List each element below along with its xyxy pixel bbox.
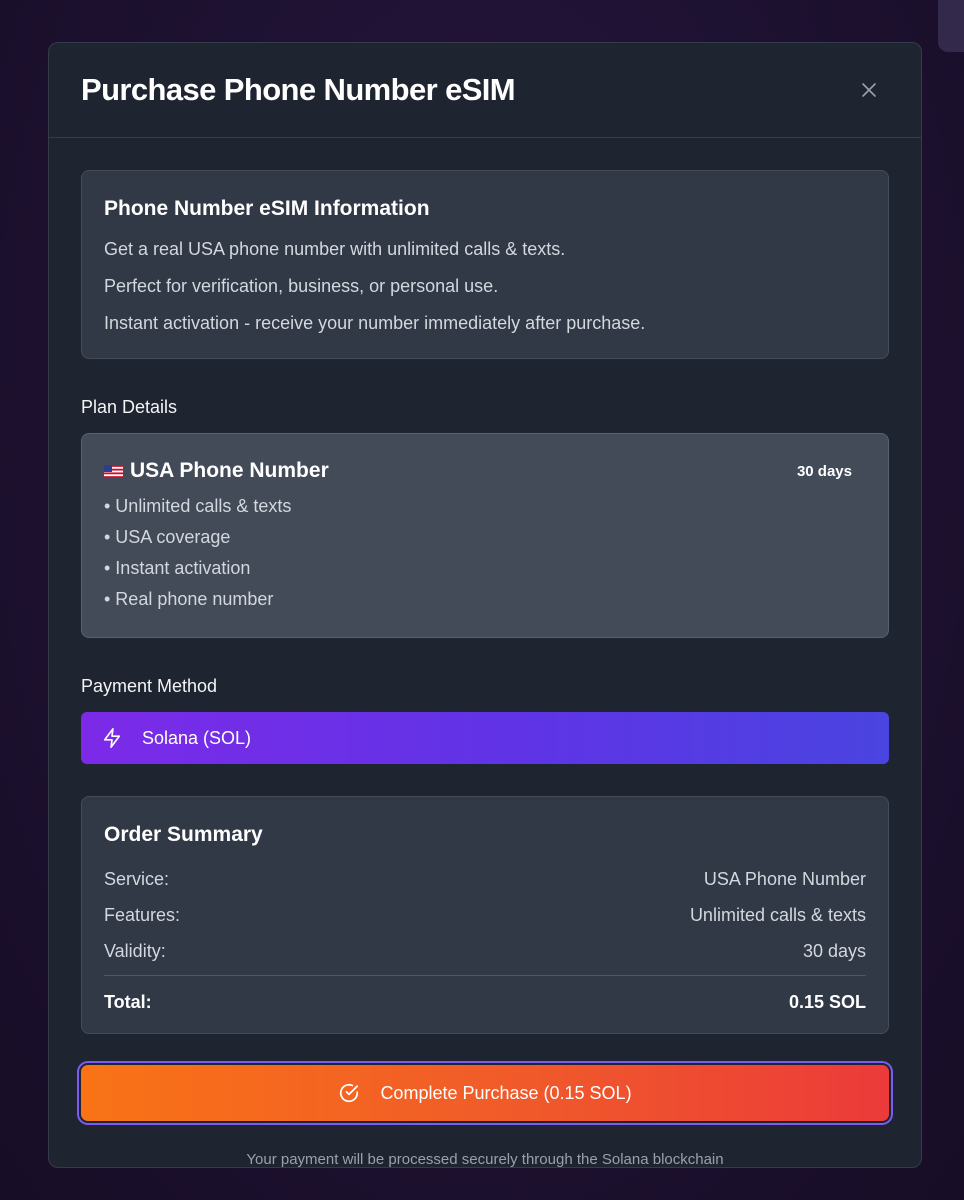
dialog-header: Purchase Phone Number eSIM xyxy=(49,43,921,138)
plan-duration: 30 days xyxy=(796,462,852,480)
summary-value: 30 days xyxy=(802,941,866,961)
summary-heading: Order Summary xyxy=(104,823,263,846)
plan-header: USA Phone Number 30 days xyxy=(104,459,866,483)
payment-method-label-text: Solana (SOL) xyxy=(142,727,252,748)
order-summary-card: Order Summary Service: USA Phone Number … xyxy=(81,796,889,1034)
us-flag-icon xyxy=(104,464,123,478)
info-heading: Phone Number eSIM Information xyxy=(104,197,430,220)
check-circle-icon xyxy=(340,1083,359,1103)
summary-row-total: Total: 0.15 SOL xyxy=(104,992,866,1012)
plan-feature: • Instant activation xyxy=(104,558,251,578)
complete-purchase-label: Complete Purchase (0.15 SOL) xyxy=(380,1082,632,1103)
close-icon xyxy=(862,83,876,97)
payment-method-solana[interactable]: Solana (SOL) xyxy=(81,712,889,764)
summary-row-service: Service: USA Phone Number xyxy=(104,869,866,889)
total-value: 0.15 SOL xyxy=(788,992,866,1012)
purchase-esim-dialog: Purchase Phone Number eSIM Phone Number … xyxy=(48,42,922,1168)
esim-info-card: Phone Number eSIM Information Get a real… xyxy=(81,170,889,359)
plan-name: USA Phone Number xyxy=(130,459,329,482)
background-panel-edge xyxy=(938,0,964,52)
summary-row-features: Features: Unlimited calls & texts xyxy=(104,905,866,925)
summary-value: USA Phone Number xyxy=(703,869,866,889)
payment-method-label: Payment Method xyxy=(81,676,218,696)
close-button[interactable] xyxy=(857,78,881,102)
plan-feature: • Real phone number xyxy=(104,589,274,609)
summary-label: Validity: xyxy=(104,941,166,961)
complete-purchase-button[interactable]: Complete Purchase (0.15 SOL) xyxy=(81,1065,889,1121)
plan-title: USA Phone Number xyxy=(104,459,329,483)
summary-divider xyxy=(104,975,866,976)
summary-value: Unlimited calls & texts xyxy=(689,905,866,925)
plan-feature: • USA coverage xyxy=(104,527,231,547)
info-line: Perfect for verification, business, or p… xyxy=(104,276,499,296)
plan-feature: • Unlimited calls & texts xyxy=(104,496,292,516)
info-line: Get a real USA phone number with unlimit… xyxy=(104,239,566,259)
dialog-body: Phone Number eSIM Information Get a real… xyxy=(49,138,921,1168)
total-label: Total: xyxy=(104,992,152,1012)
info-line: Instant activation - receive your number… xyxy=(104,313,646,333)
security-footnote: Your payment will be processed securely … xyxy=(246,1151,724,1168)
dialog-title: Purchase Phone Number eSIM xyxy=(81,72,516,107)
summary-label: Service: xyxy=(104,869,170,889)
plan-card[interactable]: USA Phone Number 30 days • Unlimited cal… xyxy=(81,433,889,638)
summary-label: Features: xyxy=(104,905,181,925)
summary-row-validity: Validity: 30 days xyxy=(104,941,866,961)
plan-details-label: Plan Details xyxy=(81,397,178,417)
lightning-icon xyxy=(103,728,121,748)
